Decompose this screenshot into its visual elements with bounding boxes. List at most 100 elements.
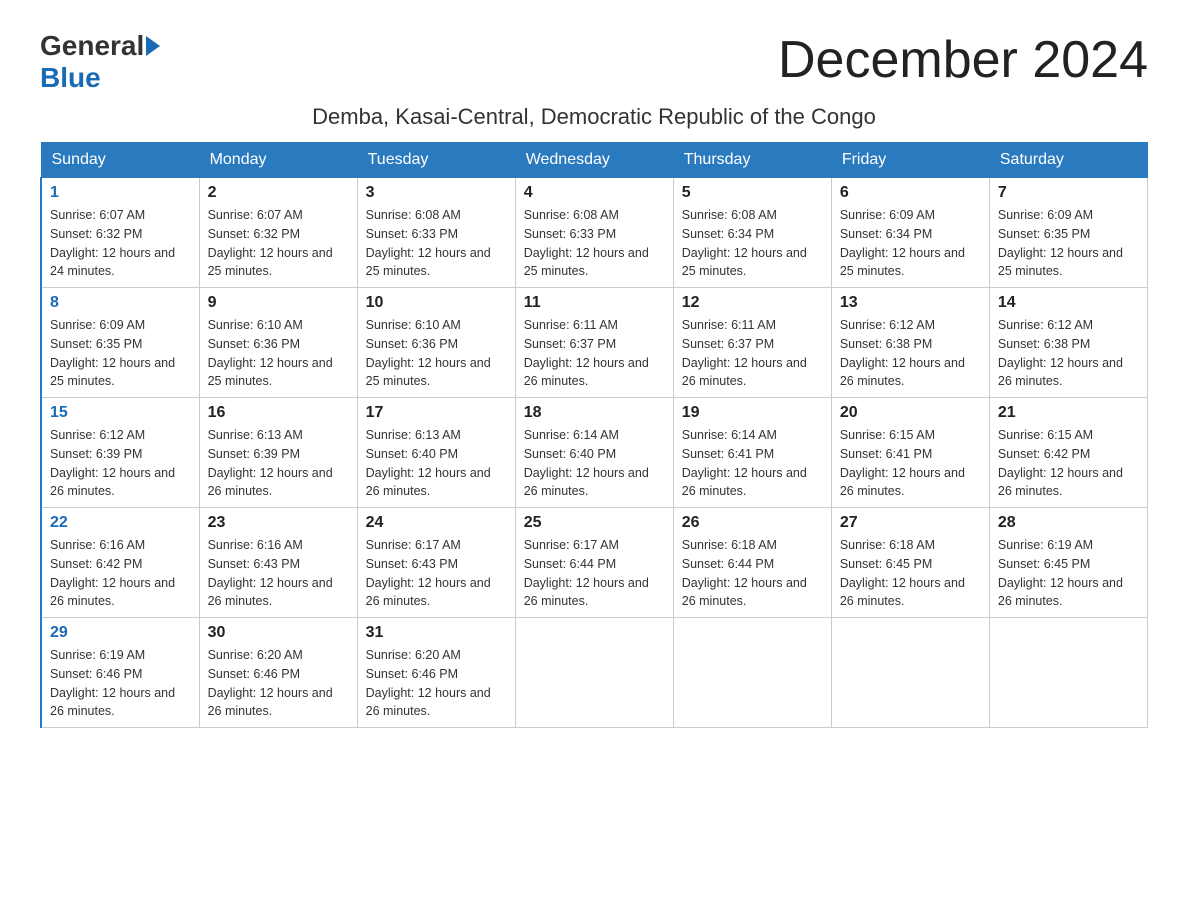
calendar-header-monday: Monday [199,143,357,178]
calendar-cell: 26 Sunrise: 6:18 AMSunset: 6:44 PMDayligh… [673,508,831,618]
day-number: 2 [208,184,349,202]
day-info: Sunrise: 6:13 AMSunset: 6:40 PMDaylight:… [366,426,507,501]
calendar-header-row: SundayMondayTuesdayWednesdayThursdayFrid… [41,143,1148,178]
day-info: Sunrise: 6:09 AMSunset: 6:35 PMDaylight:… [50,316,191,391]
calendar-cell: 11 Sunrise: 6:11 AMSunset: 6:37 PMDayligh… [515,288,673,398]
calendar-cell: 5 Sunrise: 6:08 AMSunset: 6:34 PMDaylight… [673,178,831,288]
calendar-week-3: 15 Sunrise: 6:12 AMSunset: 6:39 PMDayligh… [41,398,1148,508]
calendar-cell: 3 Sunrise: 6:08 AMSunset: 6:33 PMDaylight… [357,178,515,288]
day-info: Sunrise: 6:12 AMSunset: 6:39 PMDaylight:… [50,426,191,501]
day-info: Sunrise: 6:16 AMSunset: 6:42 PMDaylight:… [50,536,191,611]
day-number: 11 [524,294,665,312]
calendar-cell: 24 Sunrise: 6:17 AMSunset: 6:43 PMDayligh… [357,508,515,618]
day-info: Sunrise: 6:17 AMSunset: 6:44 PMDaylight:… [524,536,665,611]
calendar-cell: 14Sunrise: 6:12 AMSunset: 6:38 PMDayligh… [989,288,1147,398]
day-info: Sunrise: 6:12 AMSunset: 6:38 PMDaylight:… [998,316,1139,391]
calendar-body: 1 Sunrise: 6:07 AMSunset: 6:32 PMDaylight… [41,178,1148,728]
day-info: Sunrise: 6:08 AMSunset: 6:33 PMDaylight:… [366,206,507,281]
calendar-header-tuesday: Tuesday [357,143,515,178]
calendar-cell: 7Sunrise: 6:09 AMSunset: 6:35 PMDaylight… [989,178,1147,288]
day-number: 24 [366,514,507,532]
month-title: December 2024 [778,30,1148,90]
calendar-header-saturday: Saturday [989,143,1147,178]
logo-general-text: General [40,30,144,62]
day-info: Sunrise: 6:14 AMSunset: 6:41 PMDaylight:… [682,426,823,501]
calendar-cell: 8 Sunrise: 6:09 AMSunset: 6:35 PMDaylight… [41,288,199,398]
day-number: 4 [524,184,665,202]
day-info: Sunrise: 6:08 AMSunset: 6:33 PMDaylight:… [524,206,665,281]
calendar-cell: 1Sunrise: 6:07 AMSunset: 6:32 PMDaylight… [41,178,199,288]
logo-blue-text: Blue [40,62,101,93]
day-number: 22 [50,514,191,532]
day-number: 5 [682,184,823,202]
day-info: Sunrise: 6:19 AMSunset: 6:45 PMDaylight:… [998,536,1139,611]
calendar-week-5: 29 Sunrise: 6:19 AMSunset: 6:46 PMDayligh… [41,618,1148,728]
day-info: Sunrise: 6:16 AMSunset: 6:43 PMDaylight:… [208,536,349,611]
day-info: Sunrise: 6:17 AMSunset: 6:43 PMDaylight:… [366,536,507,611]
day-number: 29 [50,624,191,642]
day-number: 13 [840,294,981,312]
day-number: 21 [998,404,1139,422]
day-info: Sunrise: 6:11 AMSunset: 6:37 PMDaylight:… [524,316,665,391]
day-number: 17 [366,404,507,422]
calendar-cell: 21 Sunrise: 6:15 AMSunset: 6:42 PMDayligh… [989,398,1147,508]
calendar-cell: 18Sunrise: 6:14 AMSunset: 6:40 PMDayligh… [515,398,673,508]
calendar-week-1: 1 Sunrise: 6:07 AMSunset: 6:32 PMDaylight… [41,178,1148,288]
calendar-cell: 9 Sunrise: 6:10 AMSunset: 6:36 PMDaylight… [199,288,357,398]
calendar-table: SundayMondayTuesdayWednesdayThursdayFrid… [40,142,1148,728]
logo-arrow-icon [146,36,160,56]
day-info: Sunrise: 6:15 AMSunset: 6:42 PMDaylight:… [998,426,1139,501]
day-info: Sunrise: 6:07 AMSunset: 6:32 PMDaylight:… [208,206,349,281]
day-number: 10 [366,294,507,312]
calendar-cell [831,618,989,728]
day-number: 19 [682,404,823,422]
calendar-cell: 15 Sunrise: 6:12 AMSunset: 6:39 PMDayligh… [41,398,199,508]
day-info: Sunrise: 6:20 AMSunset: 6:46 PMDaylight:… [366,646,507,721]
day-number: 8 [50,294,191,312]
calendar-header-friday: Friday [831,143,989,178]
day-info: Sunrise: 6:11 AMSunset: 6:37 PMDaylight:… [682,316,823,391]
calendar-cell: 19 Sunrise: 6:14 AMSunset: 6:41 PMDayligh… [673,398,831,508]
calendar-cell: 31Sunrise: 6:20 AMSunset: 6:46 PMDayligh… [357,618,515,728]
calendar-cell: 6Sunrise: 6:09 AMSunset: 6:34 PMDaylight… [831,178,989,288]
day-info: Sunrise: 6:18 AMSunset: 6:45 PMDaylight:… [840,536,981,611]
day-info: Sunrise: 6:15 AMSunset: 6:41 PMDaylight:… [840,426,981,501]
day-info: Sunrise: 6:10 AMSunset: 6:36 PMDaylight:… [366,316,507,391]
day-info: Sunrise: 6:08 AMSunset: 6:34 PMDaylight:… [682,206,823,281]
day-info: Sunrise: 6:18 AMSunset: 6:44 PMDaylight:… [682,536,823,611]
calendar-cell: 10 Sunrise: 6:10 AMSunset: 6:36 PMDayligh… [357,288,515,398]
day-info: Sunrise: 6:12 AMSunset: 6:38 PMDaylight:… [840,316,981,391]
day-number: 18 [524,404,665,422]
day-number: 23 [208,514,349,532]
calendar-header-thursday: Thursday [673,143,831,178]
calendar-cell: 13 Sunrise: 6:12 AMSunset: 6:38 PMDayligh… [831,288,989,398]
day-info: Sunrise: 6:20 AMSunset: 6:46 PMDaylight:… [208,646,349,721]
calendar-header-sunday: Sunday [41,143,199,178]
day-number: 25 [524,514,665,532]
day-number: 16 [208,404,349,422]
calendar-week-4: 22 Sunrise: 6:16 AMSunset: 6:42 PMDayligh… [41,508,1148,618]
day-info: Sunrise: 6:10 AMSunset: 6:36 PMDaylight:… [208,316,349,391]
day-number: 30 [208,624,349,642]
day-number: 12 [682,294,823,312]
calendar-cell: 27Sunrise: 6:18 AMSunset: 6:45 PMDayligh… [831,508,989,618]
day-info: Sunrise: 6:09 AMSunset: 6:35 PMDaylight:… [998,206,1139,281]
day-number: 3 [366,184,507,202]
calendar-cell: 29 Sunrise: 6:19 AMSunset: 6:46 PMDayligh… [41,618,199,728]
day-number: 9 [208,294,349,312]
calendar-cell: 25 Sunrise: 6:17 AMSunset: 6:44 PMDayligh… [515,508,673,618]
logo: General Blue [40,30,160,94]
day-number: 1 [50,184,191,202]
calendar-cell [673,618,831,728]
day-number: 15 [50,404,191,422]
calendar-cell [989,618,1147,728]
day-info: Sunrise: 6:19 AMSunset: 6:46 PMDaylight:… [50,646,191,721]
calendar-cell: 4 Sunrise: 6:08 AMSunset: 6:33 PMDaylight… [515,178,673,288]
day-number: 26 [682,514,823,532]
calendar-cell [515,618,673,728]
calendar-header-wednesday: Wednesday [515,143,673,178]
calendar-cell: 2 Sunrise: 6:07 AMSunset: 6:32 PMDaylight… [199,178,357,288]
calendar-cell: 17 Sunrise: 6:13 AMSunset: 6:40 PMDayligh… [357,398,515,508]
calendar-cell: 12 Sunrise: 6:11 AMSunset: 6:37 PMDayligh… [673,288,831,398]
day-info: Sunrise: 6:13 AMSunset: 6:39 PMDaylight:… [208,426,349,501]
